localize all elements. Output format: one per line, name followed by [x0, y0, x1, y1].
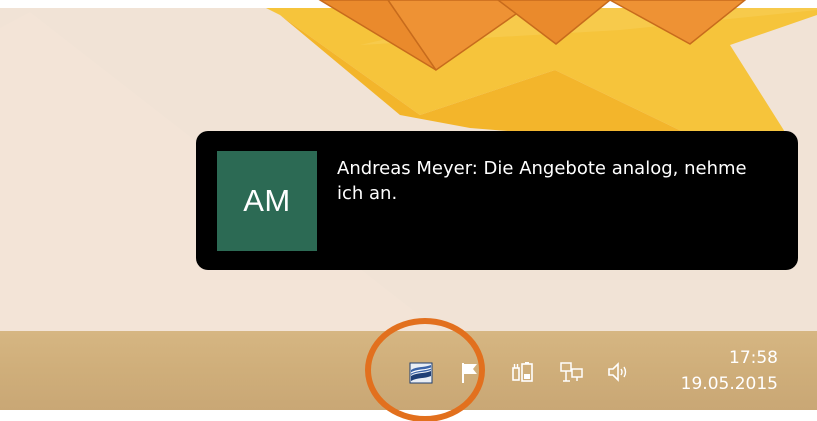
bottom-edge [0, 410, 817, 421]
notification-message: Andreas Meyer: Die Angebote analog, nehm… [337, 158, 747, 204]
volume-icon[interactable] [606, 360, 630, 384]
sender-avatar: AM [217, 151, 317, 251]
taskbar-clock[interactable]: 17:58 19.05.2015 [666, 345, 778, 397]
taskbar: 17:58 19.05.2015 [0, 331, 817, 410]
toast-notification[interactable]: AM Andreas Meyer: Die Angebote analog, n… [196, 131, 798, 270]
app-notification-icon[interactable] [409, 361, 433, 385]
clock-date: 19.05.2015 [680, 374, 778, 394]
clock-time: 17:58 [729, 348, 778, 368]
power-battery-icon[interactable] [511, 360, 535, 384]
action-center-flag-icon[interactable] [459, 361, 483, 385]
network-icon[interactable] [560, 360, 584, 384]
